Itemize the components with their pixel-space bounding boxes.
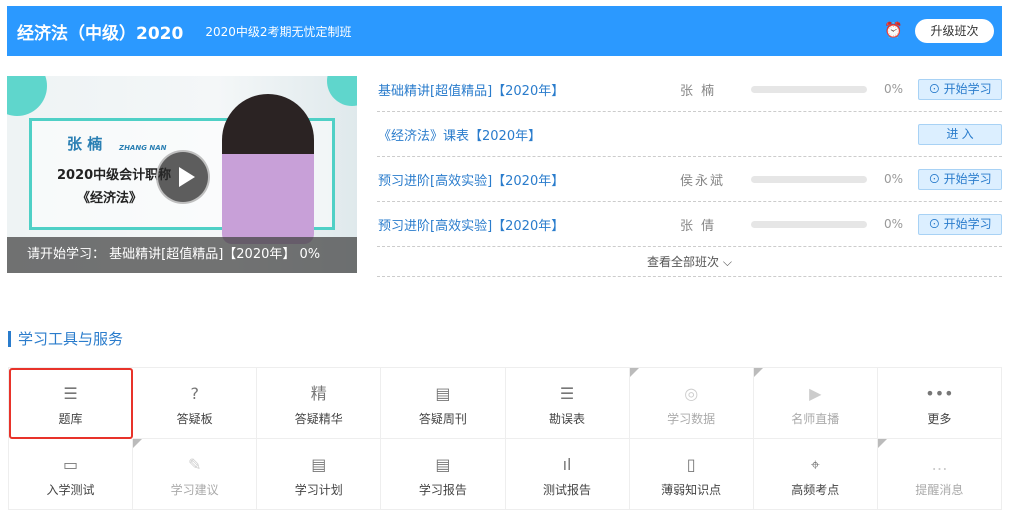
live-teacher-icon: ▶ (809, 384, 822, 403)
qa-board-icon: ? (190, 384, 199, 403)
teacher-name-en: ZHANG NAN (119, 144, 167, 152)
hot-topics-icon: ⌖ (810, 455, 820, 474)
course-header: 经济法（中级）2020 2020中级2考期无忧定制班 ⏰ 升级班次 (7, 6, 1002, 56)
video-status: 请开始学习： 基础精讲[超值精品]【2020年】 0% (7, 237, 357, 273)
course-link[interactable]: 预习进阶[高效实验]【2020年】 (378, 170, 564, 189)
tool-label: 更多 (927, 412, 952, 426)
enter-button[interactable]: 进 入 (918, 123, 1002, 145)
errata-icon: ☰ (559, 384, 575, 403)
teacher: 张 倩 (680, 218, 717, 234)
course-row: 基础精讲[超值精品]【2020年】 张 楠 0% ⊙ 开始学习 (377, 67, 1002, 112)
course-link[interactable]: 基础精讲[超值精品]【2020年】 (378, 80, 564, 99)
progress-bar (751, 175, 867, 183)
tool-qa-highlights[interactable]: 精答疑精华 (257, 368, 382, 439)
tools-grid: ☰ 题库? 答疑板 精答疑精华 ▤ 答疑周刊 ☰ 勘误表 ◎ 学习数据 ▶ 名师直播 ••• 更多 ▭ 入学测… (8, 367, 1002, 510)
progress-text: 0% (884, 217, 904, 231)
button-label: 开始学习 (943, 81, 992, 96)
progress-bar (751, 220, 867, 228)
tool-reminders[interactable]: … 提醒消息 (877, 439, 1002, 510)
thumbnail-line2: 《经济法》 (77, 191, 143, 206)
start-study-button[interactable]: ⊙ 开始学习 (918, 78, 1002, 100)
question-bank-icon: ☰ (63, 384, 78, 403)
tool-label: 学习计划 (294, 483, 343, 497)
study-plan-icon: ▤ (311, 455, 327, 474)
view-all-classes-link[interactable]: 查看全部班次 ⌵ (377, 247, 1002, 277)
course-row: 预习进阶[高效实验]【2020年】 张 倩 0% ⊙ 开始学习 (377, 202, 1002, 247)
button-label: 开始学习 (943, 171, 992, 186)
weak-points-icon: ▯ (686, 455, 696, 474)
study-report-icon: ▤ (435, 455, 451, 474)
tool-study-plan[interactable]: ▤ 学习计划 (257, 439, 382, 510)
tool-question-bank[interactable]: ☰ 题库 (9, 368, 134, 439)
teacher: 张 楠 (680, 83, 717, 99)
teacher-name: 张 楠 (67, 135, 103, 153)
tool-errata[interactable]: ☰ 勘误表 (505, 368, 630, 439)
tool-label: 测试报告 (543, 483, 592, 497)
start-study-button[interactable]: ⊙ 开始学习 (918, 213, 1002, 235)
tool-label: 勘误表 (549, 412, 586, 426)
tool-label: 名师直播 (791, 412, 840, 426)
more-icon: ••• (925, 384, 954, 403)
course-row: 《经济法》课表【2020年】 进 入 (377, 112, 1002, 157)
tool-test-report[interactable]: ıl 测试报告 (505, 439, 630, 510)
tool-label: 题库 (58, 412, 83, 426)
tool-label: 学习数据 (667, 412, 716, 426)
qa-highlights-icon: 精 (310, 384, 327, 403)
tool-live-teacher[interactable]: ▶ 名师直播 (753, 368, 878, 439)
progress-text: 0% (884, 172, 904, 186)
upgrade-class-button[interactable]: 升级班次 (915, 19, 994, 43)
tool-study-advice[interactable]: ✎ 学习建议 (133, 439, 258, 510)
play-icon[interactable] (156, 150, 210, 204)
tool-label: 学习报告 (418, 483, 467, 497)
test-report-icon: ıl (562, 455, 572, 474)
study-advice-icon: ✎ (187, 455, 202, 474)
study-data-icon: ◎ (684, 384, 699, 403)
tool-label: 答疑板 (176, 412, 213, 426)
progress-bar (751, 85, 867, 93)
video-thumbnail[interactable]: 张 楠 ZHANG NAN 2020中级会计职称 《经济法》 请开始学习： 基础… (7, 76, 357, 273)
teacher-photo (222, 94, 314, 244)
progress-text: 0% (884, 82, 904, 96)
tool-weak-points[interactable]: ▯ 薄弱知识点 (629, 439, 754, 510)
tool-label: 学习建议 (170, 483, 219, 497)
thumbnail-line1: 2020中级会计职称 (57, 168, 172, 183)
tool-label: 入学测试 (46, 483, 95, 497)
tool-hot-topics[interactable]: ⌖ 高频考点 (753, 439, 878, 510)
button-label: 开始学习 (943, 216, 992, 231)
course-link[interactable]: 《经济法》课表【2020年】 (378, 125, 541, 144)
entrance-test-icon: ▭ (63, 455, 79, 474)
reminders-icon: … (931, 455, 948, 474)
tool-entrance-test[interactable]: ▭ 入学测试 (9, 439, 134, 510)
course-row: 预习进阶[高效实验]【2020年】 侯永斌 0% ⊙ 开始学习 (377, 157, 1002, 202)
teacher: 侯永斌 (680, 173, 726, 189)
qa-weekly-icon: ▤ (435, 384, 451, 403)
tool-qa-board[interactable]: ? 答疑板 (133, 368, 258, 439)
tool-label: 薄弱知识点 (661, 483, 722, 497)
section-title: 学习工具与服务 (8, 331, 123, 347)
class-name: 2020中级2考期无忧定制班 (205, 24, 352, 39)
course-list: 基础精讲[超值精品]【2020年】 张 楠 0% ⊙ 开始学习 《经济法》课表【… (377, 67, 1002, 277)
tool-label: 高频考点 (791, 483, 840, 497)
tool-more[interactable]: ••• 更多 (877, 368, 1002, 439)
course-title: 经济法（中级）2020 (17, 23, 184, 44)
tool-label: 答疑周刊 (418, 412, 467, 426)
course-link[interactable]: 预习进阶[高效实验]【2020年】 (378, 215, 564, 234)
tool-study-data[interactable]: ◎ 学习数据 (629, 368, 754, 439)
tool-qa-weekly[interactable]: ▤ 答疑周刊 (381, 368, 506, 439)
tool-study-report[interactable]: ▤ 学习报告 (381, 439, 506, 510)
start-study-button[interactable]: ⊙ 开始学习 (918, 168, 1002, 190)
alarm-clock-icon[interactable]: ⏰ (884, 21, 903, 39)
tool-label: 提醒消息 (915, 483, 964, 497)
tool-label: 答疑精华 (294, 412, 343, 426)
